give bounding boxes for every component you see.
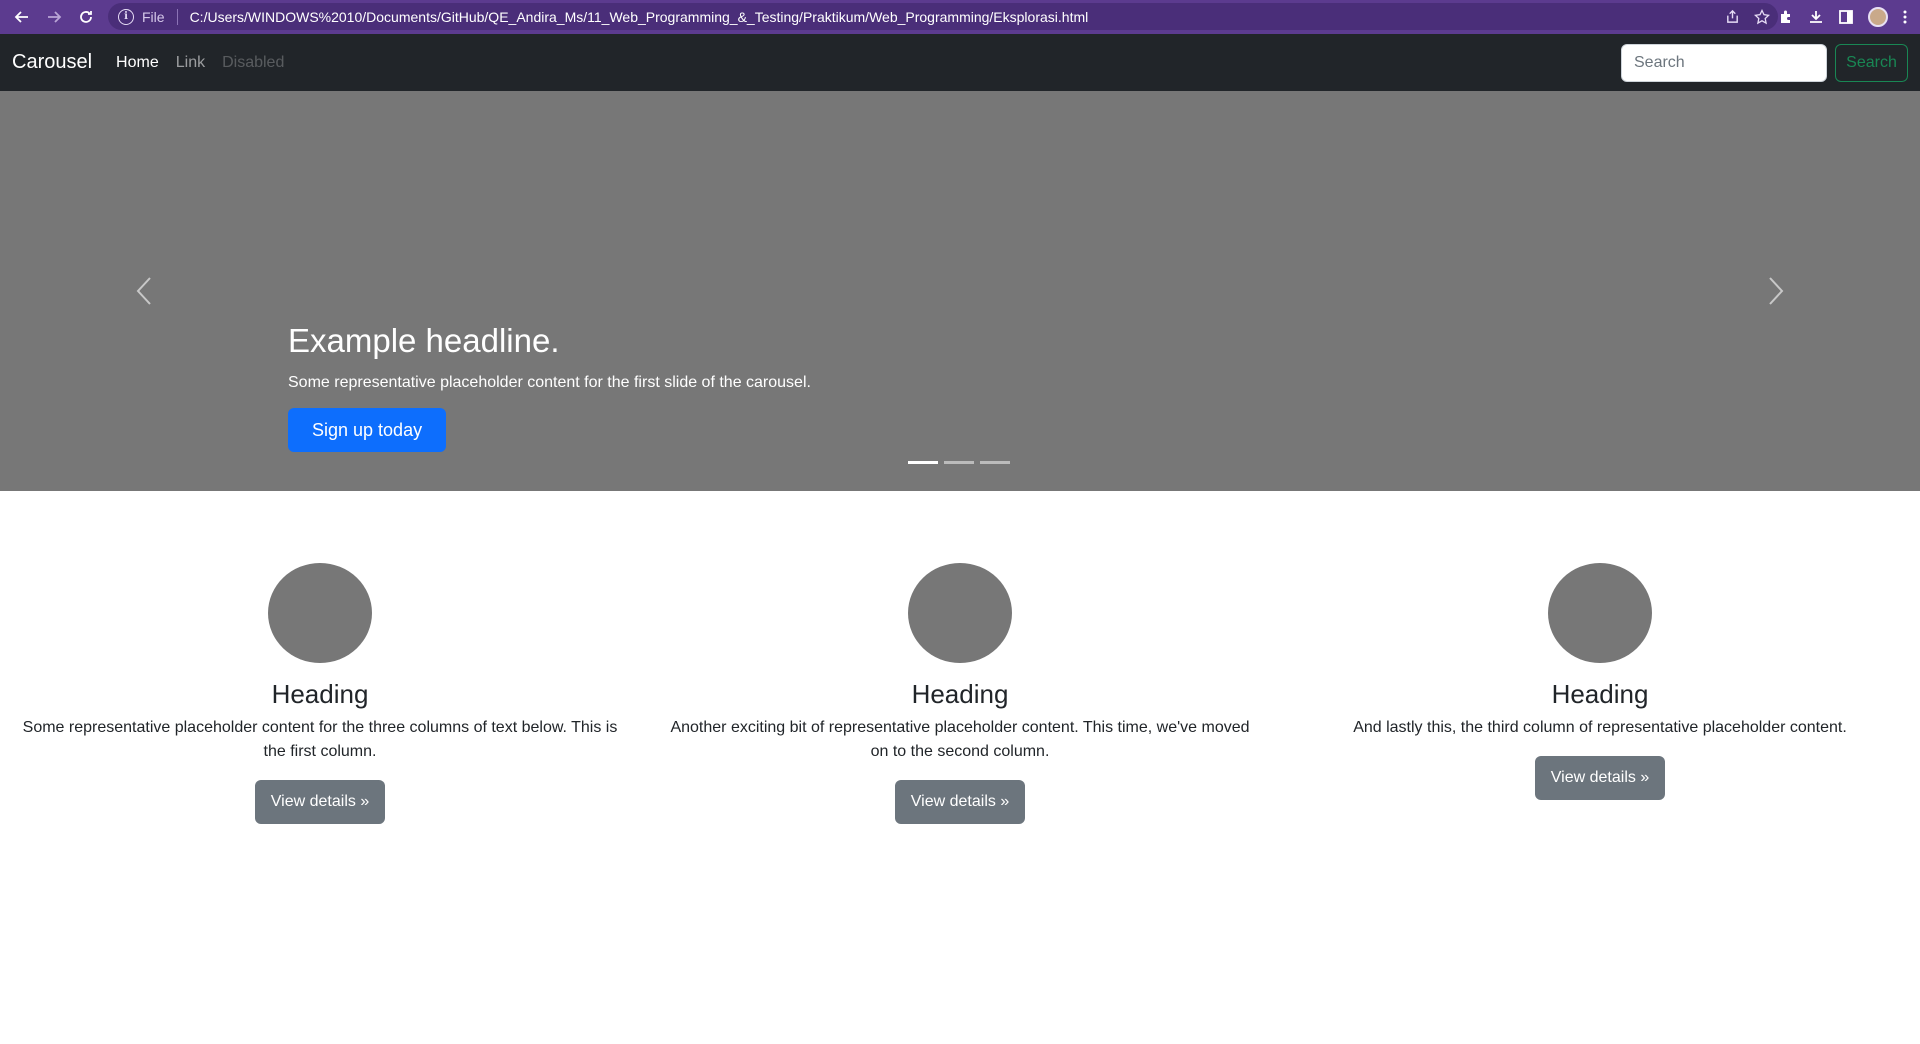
column-text: Some representative placeholder content …: [22, 719, 618, 760]
nav-link-disabled: Disabled: [222, 53, 285, 71]
chevron-right-icon: [1769, 277, 1784, 305]
carousel-caption: Example headline. Some representative pl…: [288, 322, 811, 452]
carousel-indicators: [908, 461, 1010, 464]
url-scheme: File: [142, 8, 165, 25]
address-divider: [176, 8, 178, 25]
nav-link-home[interactable]: Home: [116, 54, 159, 72]
column-heading: Heading: [271, 679, 369, 709]
placeholder-image-circle: [268, 563, 372, 663]
url-text[interactable]: C:/Users/WINDOWS%2010/Documents/GitHub/Q…: [190, 9, 1089, 25]
column-text: Another exciting bit of representative p…: [670, 719, 1250, 760]
address-bar[interactable]: i File C:/Users/WINDOWS%2010/Documents/G…: [108, 3, 1778, 30]
forward-button[interactable]: [38, 1, 70, 33]
bookmark-star-icon[interactable]: [1754, 8, 1770, 25]
browser-toolbar: i File C:/Users/WINDOWS%2010/Documents/G…: [0, 0, 1920, 34]
marketing-columns: Heading Some representative placeholder …: [0, 491, 1920, 1044]
search-button[interactable]: Search: [1835, 44, 1908, 82]
back-button[interactable]: [6, 1, 38, 33]
carousel-indicator-1[interactable]: [908, 461, 938, 464]
share-icon[interactable]: [1725, 9, 1740, 24]
search-input[interactable]: [1621, 44, 1827, 82]
nav-link-link[interactable]: Link: [176, 54, 205, 72]
browser-tools: [1778, 0, 1908, 34]
column-2: Heading Another exciting bit of represen…: [650, 563, 1270, 824]
info-icon[interactable]: i: [118, 8, 134, 25]
placeholder-image-circle: [1548, 563, 1652, 663]
address-bar-actions: [1725, 3, 1770, 30]
hero-carousel: Example headline. Some representative pl…: [0, 91, 1920, 491]
carousel-prev-button[interactable]: [124, 271, 164, 311]
arrow-left-icon: [14, 11, 28, 23]
carousel-text: Some representative placeholder content …: [288, 374, 811, 391]
reload-icon: [80, 11, 92, 23]
navbar-brand[interactable]: Carousel: [12, 51, 92, 74]
arrow-right-icon: [48, 11, 62, 23]
side-panel-icon[interactable]: [1838, 9, 1854, 25]
carousel-indicator-2[interactable]: [944, 461, 974, 464]
column-3: Heading And lastly this, the third colum…: [1290, 563, 1910, 800]
column-heading: Heading: [1551, 679, 1649, 709]
chevron-left-icon: [136, 277, 151, 305]
search-form: Search: [1621, 44, 1908, 82]
view-details-button[interactable]: View details »: [894, 780, 1026, 824]
reload-button[interactable]: [70, 1, 102, 33]
view-details-button[interactable]: View details »: [1534, 756, 1666, 800]
view-details-button[interactable]: View details »: [254, 780, 386, 824]
column-1: Heading Some representative placeholder …: [10, 563, 630, 824]
column-heading: Heading: [911, 679, 1009, 709]
profile-avatar[interactable]: [1868, 7, 1888, 27]
carousel-headline: Example headline.: [288, 322, 560, 359]
carousel-indicator-3[interactable]: [980, 461, 1010, 464]
extensions-icon[interactable]: [1778, 9, 1794, 25]
site-navbar: Carousel Home Link Disabled Search: [0, 34, 1920, 91]
download-icon[interactable]: [1808, 9, 1824, 25]
carousel-next-button[interactable]: [1756, 271, 1796, 311]
signup-button[interactable]: Sign up today: [288, 408, 447, 452]
column-text: And lastly this, the third column of rep…: [1353, 719, 1847, 736]
placeholder-image-circle: [908, 563, 1012, 663]
menu-kebab-icon[interactable]: [1902, 9, 1908, 25]
